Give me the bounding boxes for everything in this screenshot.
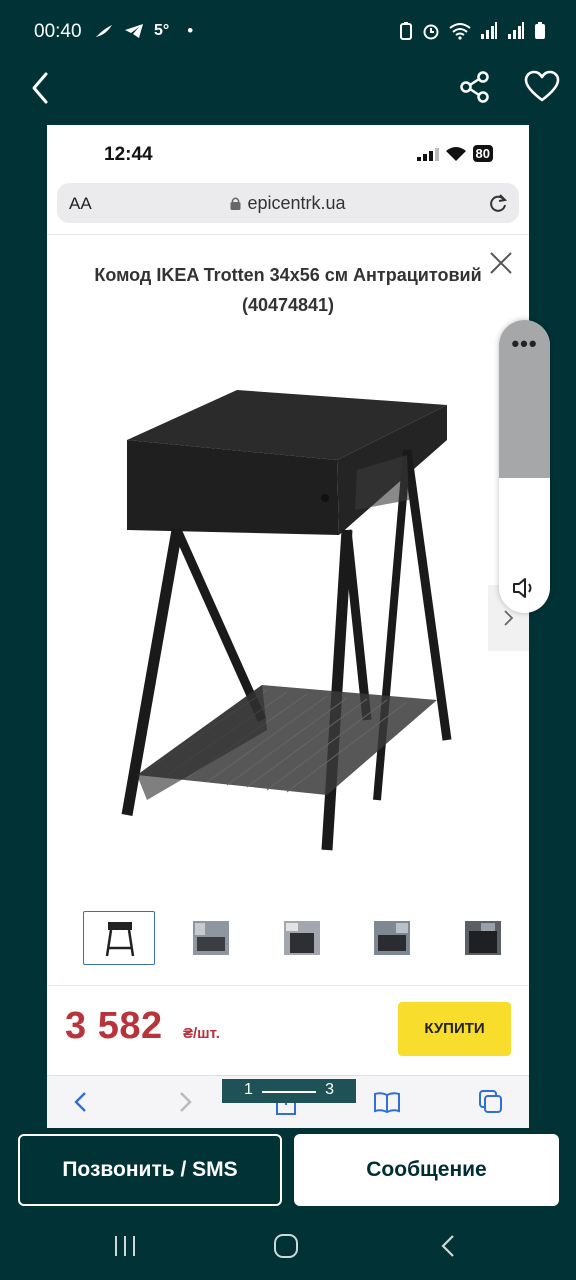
call-sms-button[interactable]: Позвонить / SMS (18, 1134, 282, 1206)
thumbnail-strip (83, 911, 523, 965)
speaker-icon[interactable] (511, 575, 537, 601)
product-image (121, 390, 452, 851)
thumbnail-2[interactable] (175, 911, 247, 965)
url-field[interactable]: epicentrk.ua (57, 193, 519, 214)
app-toolbar (0, 64, 576, 124)
forward-icon[interactable] (171, 1088, 199, 1116)
wifi-icon (449, 23, 471, 40)
volume-more-options[interactable]: ••• (499, 331, 550, 357)
status-time: 00:40 (34, 21, 82, 42)
temperature-text: 5° (154, 22, 170, 39)
divider (47, 234, 529, 235)
share-icon[interactable] (458, 70, 492, 104)
thumbnail-image (105, 922, 135, 957)
system-icons (399, 22, 546, 40)
url-text: epicentrk.ua (247, 193, 346, 213)
page-current: 1 (244, 1081, 253, 1098)
thumbnail-4[interactable] (356, 911, 428, 965)
ios-battery: 80 (472, 145, 493, 162)
telegram-icon (125, 24, 143, 38)
home-icon[interactable] (273, 1233, 299, 1259)
bookmarks-icon[interactable] (373, 1088, 401, 1116)
navigation-bar (0, 1212, 576, 1280)
message-button[interactable]: Сообщение (294, 1134, 559, 1206)
ios-status-icons: 80 (416, 145, 493, 162)
more-notifications-dot: • (187, 21, 194, 40)
signal-icon (416, 147, 439, 161)
buy-button[interactable]: КУПИТИ (398, 1002, 511, 1056)
alarm-icon (423, 24, 439, 40)
nav-back-icon[interactable] (438, 1233, 458, 1259)
page-indicator-line (262, 1091, 316, 1093)
ios-time: 12:44 (104, 144, 153, 165)
thumbnail-3[interactable] (266, 911, 338, 965)
notification-icons: 5° • (94, 21, 193, 41)
recent-apps-icon[interactable] (112, 1234, 138, 1258)
feather-icon (96, 25, 112, 37)
lock-icon (230, 197, 241, 210)
divider (47, 985, 529, 986)
thumbnail-image (465, 921, 501, 955)
reload-icon[interactable] (487, 192, 509, 214)
product-title: Комод IKEA Trotten 34x56 см Антрацитовий… (94, 265, 482, 315)
battery-saver-icon (400, 22, 412, 40)
price: 3 582 (65, 1005, 163, 1047)
system-status-bar: 00:40 5° • (0, 0, 576, 64)
thumbnail-5[interactable] (447, 911, 519, 965)
signal-icon (481, 22, 497, 39)
thumbnail-image (374, 921, 410, 955)
thumbnail-image (284, 921, 320, 955)
thumbnail-image (193, 921, 229, 955)
back-icon[interactable] (67, 1088, 95, 1116)
volume-panel[interactable]: ••• (499, 320, 550, 613)
browser-address-bar[interactable]: AA epicentrk.ua (57, 183, 519, 223)
safari-toolbar: 1 3 (47, 1075, 529, 1128)
close-icon[interactable] (488, 250, 514, 276)
tabs-icon[interactable] (477, 1088, 505, 1116)
thumbnail-1[interactable] (83, 911, 155, 965)
page-total: 3 (325, 1081, 334, 1098)
signal-icon-2 (508, 22, 524, 39)
ios-status-bar: 12:44 80 (47, 125, 529, 181)
image-page-indicator: 1 3 (222, 1079, 356, 1103)
battery-icon (535, 22, 545, 39)
price-unit: ₴/шт. (183, 1025, 220, 1042)
back-arrow-icon[interactable] (26, 70, 56, 106)
attached-screenshot[interactable]: 12:44 80 AA epicentrk.ua Комод IKEA Trot… (47, 125, 529, 1128)
favorite-heart-icon[interactable] (524, 70, 560, 104)
wifi-icon (445, 146, 466, 161)
